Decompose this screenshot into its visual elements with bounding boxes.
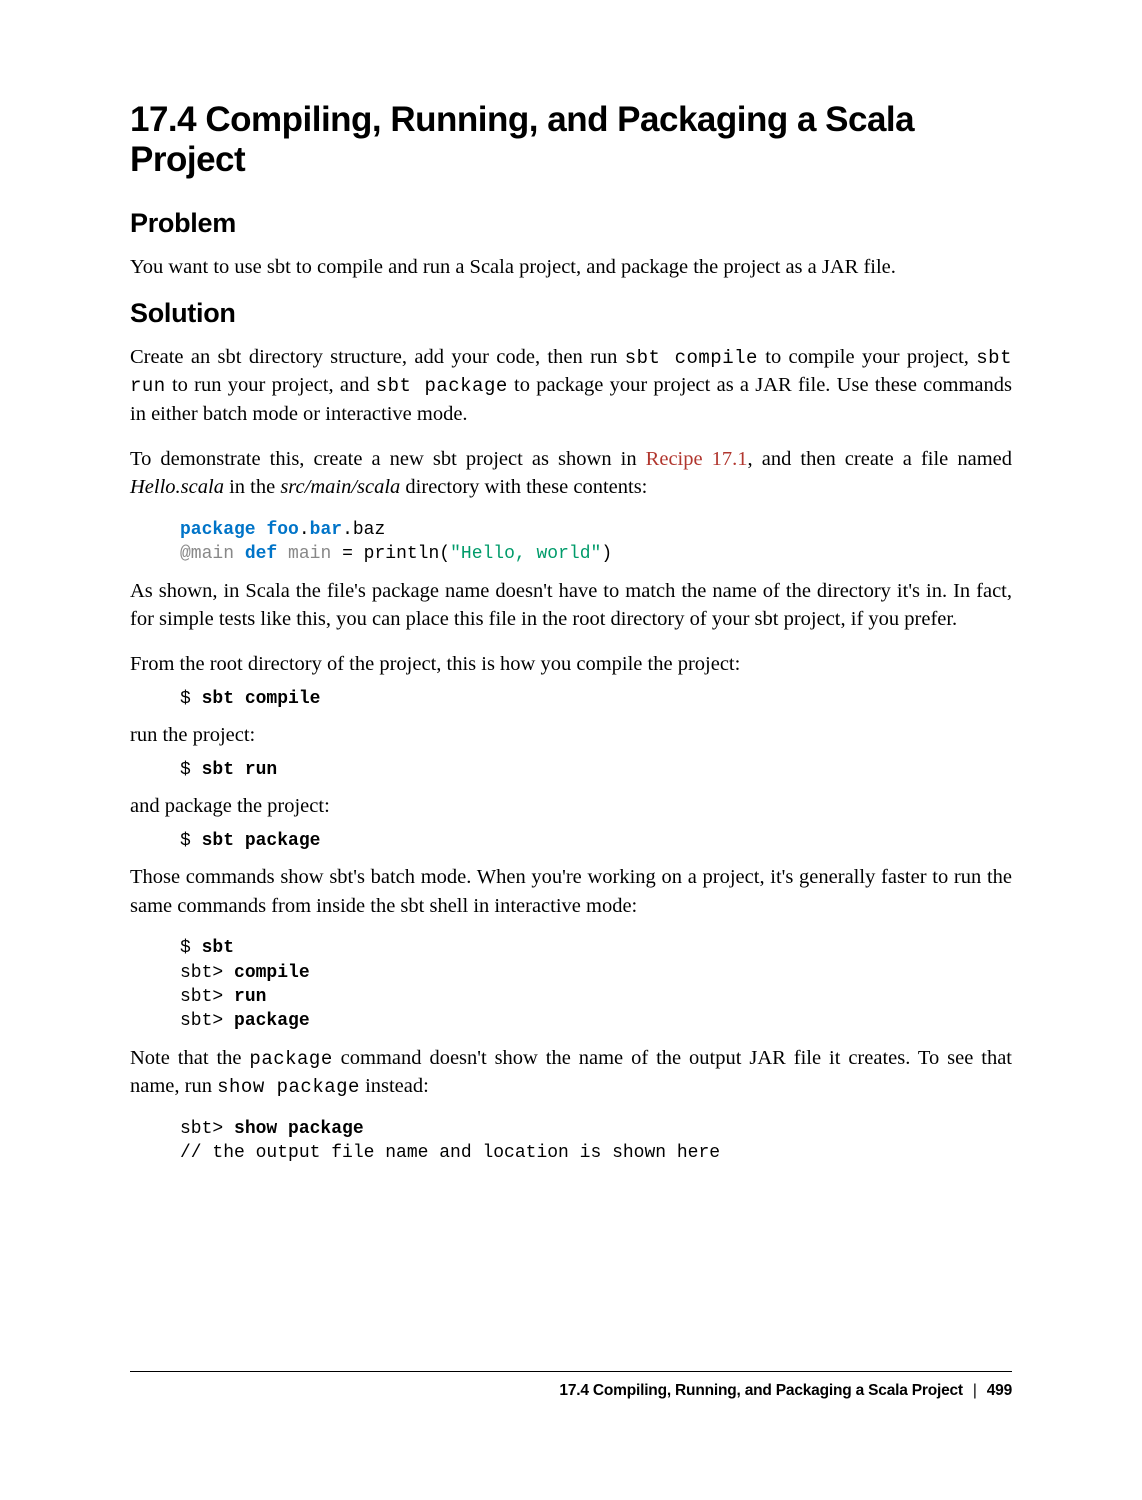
filename: Hello.scala [130,476,224,498]
solution-p2: To demonstrate this, create a new sbt pr… [130,445,1012,502]
text-fragment: directory with these contents: [400,476,647,498]
text-fragment: Note that the [130,1047,249,1069]
shell-command-compile: $ sbt compile [180,687,1012,711]
shell-prompt: $ [180,689,202,709]
text-fragment: to compile your project, [758,346,976,368]
solution-p1: Create an sbt directory structure, add y… [130,343,1012,429]
solution-p8: Note that the package command doesn't sh… [130,1044,1012,1101]
shell-command: sbt package [202,831,321,851]
solution-p6: and package the project: [130,792,1012,821]
sbt-command: package [234,1011,310,1031]
directory-name: src/main/scala [280,476,400,498]
page-footer: 17.4 Compiling, Running, and Packaging a… [130,1371,1012,1400]
inline-code: show package [217,1076,360,1098]
interactive-shell-block: $ sbt sbt> compile sbt> run sbt> package [180,936,1012,1033]
footer-page-number: 499 [987,1382,1012,1399]
shell-prompt: $ [180,760,202,780]
section-title: 17.4 Compiling, Running, and Packaging a… [130,100,1012,180]
sbt-command: show package [234,1119,364,1139]
text-fragment: Create an sbt directory structure, add y… [130,346,625,368]
footer-section-title: 17.4 Compiling, Running, and Packaging a… [559,1382,963,1399]
footer-separator: | [973,1382,977,1399]
show-package-block: sbt> show package // the output file nam… [180,1117,1012,1166]
code-fragment: ) [601,544,612,564]
code-fragment: = println( [331,544,450,564]
keyword-package: package [180,520,256,540]
identifier-baz: baz [353,520,385,540]
shell-prompt: $ [180,938,202,958]
annotation-main: @main [180,544,234,564]
sbt-prompt: sbt> [180,963,234,983]
shell-command-package: $ sbt package [180,829,1012,853]
dot: . [342,520,353,540]
scala-code-block: package foo.bar.baz @main def main = pri… [180,518,1012,567]
shell-command: sbt compile [202,689,321,709]
shell-command: sbt run [202,760,278,780]
solution-p3: As shown, in Scala the file's package na… [130,577,1012,634]
text-fragment: To demonstrate this, create a new sbt pr… [130,448,646,470]
shell-prompt: $ [180,831,202,851]
inline-code: sbt package [376,375,508,397]
shell-command-run: $ sbt run [180,758,1012,782]
recipe-link[interactable]: Recipe 17.1 [646,448,748,470]
shell-command: sbt [202,938,234,958]
sbt-prompt: sbt> [180,1119,234,1139]
sbt-prompt: sbt> [180,987,234,1007]
text-fragment: instead: [360,1075,429,1097]
text-fragment: in the [224,476,280,498]
solution-p7: Those commands show sbt's batch mode. Wh… [130,863,1012,920]
solution-heading: Solution [130,298,1012,329]
identifier-bar: bar [310,520,342,540]
sbt-prompt: sbt> [180,1011,234,1031]
function-name: main [288,544,331,564]
identifier-foo: foo [266,520,298,540]
sbt-command: run [234,987,266,1007]
keyword-def: def [245,544,277,564]
sbt-command: compile [234,963,310,983]
problem-text: You want to use sbt to compile and run a… [130,253,1012,282]
solution-p5: run the project: [130,721,1012,750]
code-comment: // the output file name and location is … [180,1143,720,1163]
solution-p4: From the root directory of the project, … [130,650,1012,679]
inline-code: sbt compile [625,347,758,369]
dot: . [299,520,310,540]
string-literal: "Hello, world" [450,544,601,564]
problem-heading: Problem [130,208,1012,239]
text-fragment: to run your project, and [166,374,376,396]
inline-code: package [249,1048,332,1070]
text-fragment: , and then create a file named [748,448,1012,470]
